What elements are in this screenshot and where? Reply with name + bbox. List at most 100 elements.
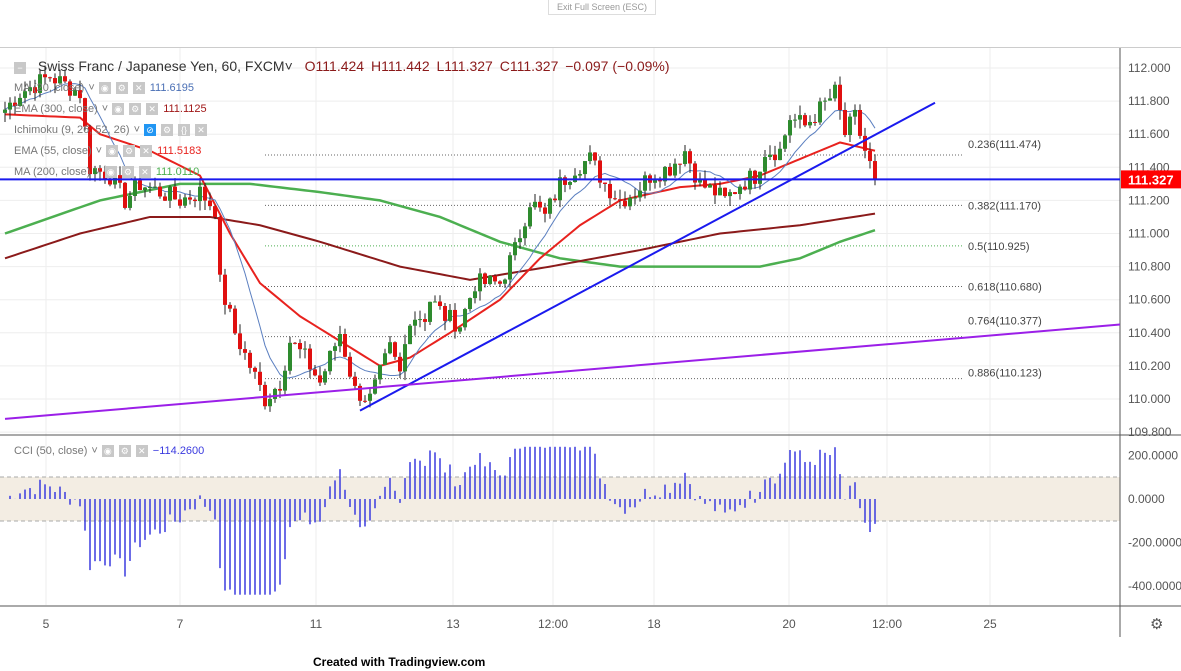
candle [773,145,777,167]
settings-gear-icon[interactable]: ⚙ [1150,616,1163,633]
gear-icon[interactable]: ⚙ [161,124,173,136]
candle-body [633,197,637,199]
indicator-label[interactable]: Ichimoku (9, 26, 52, 26) [14,124,130,136]
candle [768,145,772,160]
close-icon[interactable]: ✕ [146,103,159,115]
indicator-label[interactable]: MA (20, close) [14,82,84,94]
candle-body [468,298,472,310]
candle [523,222,527,246]
symbol-header: − Swiss Franc / Japanese Yen, 60, FXCM˅ … [14,58,670,74]
candle-body [478,273,482,292]
candle-body [268,398,272,407]
time-tick-label: 25 [983,617,997,631]
cci-label[interactable]: CCI (50, close) [14,445,87,457]
indicator-legend: MA (200, close) ˅ ◉ ⚙ ✕ 111.0110 [14,166,200,178]
candle-body [108,179,112,185]
candle-body [458,327,462,332]
candle [383,348,387,365]
collapse-icon[interactable]: − [14,62,26,74]
close-icon[interactable]: ✕ [135,445,148,457]
candle [448,304,452,323]
price-chart[interactable]: 112.000111.800111.600111.400111.200111.0… [0,0,1181,671]
candle [808,115,812,129]
candle-body [608,183,612,199]
candle [228,302,232,313]
candle-body [443,306,447,321]
candle [553,194,557,203]
close-icon[interactable]: ✕ [140,145,153,157]
candle [418,310,422,328]
candle-body [778,148,782,161]
candle [613,190,617,201]
candle-body [833,84,837,99]
candle [388,336,392,355]
gear-icon[interactable]: ⚙ [115,82,128,94]
candle-body [393,342,397,357]
candle-body [153,186,157,188]
candle-body [713,184,717,196]
candle-body [583,161,587,175]
low-value: L111.327 [436,58,493,74]
gear-icon[interactable]: ⚙ [123,145,136,157]
candle-body [538,201,542,208]
close-icon[interactable]: ✕ [195,124,207,136]
close-icon[interactable]: ✕ [132,82,145,94]
braces-icon[interactable]: {} [178,124,190,136]
candle [428,301,432,325]
gear-icon[interactable]: ⚙ [121,166,134,178]
candle [673,158,677,178]
candle [843,102,847,138]
candle-body [503,279,507,284]
candle-body [453,309,457,332]
candle [358,383,362,406]
candle [8,97,12,120]
indicator-label[interactable]: EMA (55, close) [14,145,92,157]
eye-icon[interactable]: ◉ [101,445,114,457]
candle-body [408,325,412,345]
candle-body [808,121,812,126]
eye-icon[interactable]: ⊘ [144,124,156,136]
candle [648,173,652,191]
candle-body [588,152,592,162]
candle-body [273,388,277,399]
candle [403,334,407,381]
indicator-label[interactable]: EMA (300, close) [14,103,98,115]
close-icon[interactable]: ✕ [138,166,151,178]
candle [233,305,237,335]
fib-level-label: 0.764(110.377) [968,316,1042,328]
candle [723,187,727,198]
eye-icon[interactable]: ◉ [104,166,117,178]
candle-body [758,171,762,184]
candle [193,197,197,208]
time-tick-label: 13 [446,617,460,631]
eye-icon[interactable]: ◉ [112,103,125,115]
candle-body [333,346,337,351]
candle [463,307,467,331]
candle [203,182,207,210]
gear-icon[interactable]: ⚙ [129,103,142,115]
candle-body [288,342,292,371]
indicator-label[interactable]: MA (200, close) [14,166,90,178]
candle [263,381,267,410]
candle-body [313,369,317,376]
candle [783,134,787,152]
cci-tick-label: -200.0000 [1128,536,1181,550]
candle [318,366,322,386]
eye-icon[interactable]: ◉ [106,145,119,157]
symbol-name[interactable]: Swiss Franc / Japanese Yen, 60, FXCM [38,58,285,74]
eye-icon[interactable]: ◉ [98,82,111,94]
candle [533,194,537,210]
candle-body [683,151,687,165]
fib-level-label: 0.236(111.474) [968,139,1041,151]
candle-body [843,109,847,136]
candle [323,368,327,385]
price-tick-label: 111.000 [1128,227,1170,241]
candle-body [338,334,342,347]
candle-body [533,201,537,208]
gear-icon[interactable]: ⚙ [118,445,131,457]
candle-body [308,348,312,370]
candle [583,161,587,179]
candle-body [623,200,627,207]
candle-body [518,238,522,243]
candle-body [293,342,297,344]
